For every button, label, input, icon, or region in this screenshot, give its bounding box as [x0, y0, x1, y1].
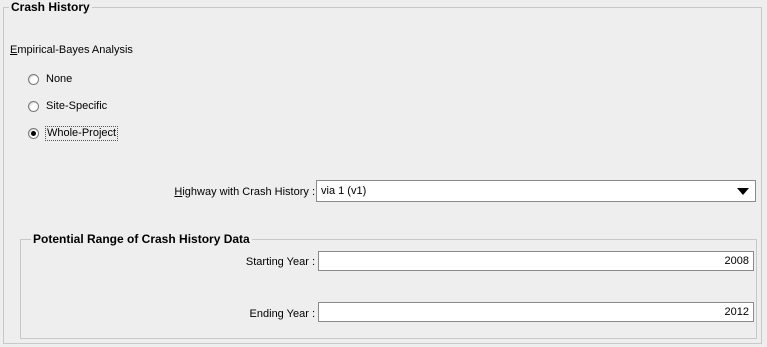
starting-year-input[interactable]: 2008 [318, 251, 754, 271]
radio-none-label[interactable]: None [45, 73, 73, 86]
dropdown-arrow-icon[interactable] [731, 187, 755, 195]
ending-year-label: Ending Year : [249, 308, 315, 320]
highway-select-value: via 1 (v1) [321, 185, 367, 197]
crash-data-range-title: Potential Range of Crash History Data [31, 232, 252, 246]
radio-whole-project-label[interactable]: Whole-Project [45, 125, 119, 141]
panel-title: Crash History [9, 0, 92, 14]
eb-analysis-label: Empirical-Bayes Analysis [10, 44, 133, 56]
radio-site-specific-label[interactable]: Site-Specific [45, 100, 108, 113]
ending-year-input[interactable]: 2012 [318, 302, 754, 322]
highway-select[interactable]: via 1 (v1) [316, 180, 756, 202]
radio-none-button[interactable] [28, 73, 39, 85]
radio-site-specific[interactable]: Site-Specific [28, 98, 108, 114]
highway-label: Highway with Crash History : [174, 186, 315, 198]
radio-site-specific-button[interactable] [28, 100, 39, 112]
eb-analysis-label-text: mpirical-Bayes Analysis [17, 44, 133, 56]
highway-label-text: ighway with Crash History : [182, 186, 315, 198]
radio-whole-project-button[interactable] [28, 127, 39, 139]
radio-none[interactable]: None [28, 71, 73, 87]
starting-year-label: Starting Year : [245, 256, 315, 268]
radio-whole-project[interactable]: Whole-Project [28, 125, 119, 141]
